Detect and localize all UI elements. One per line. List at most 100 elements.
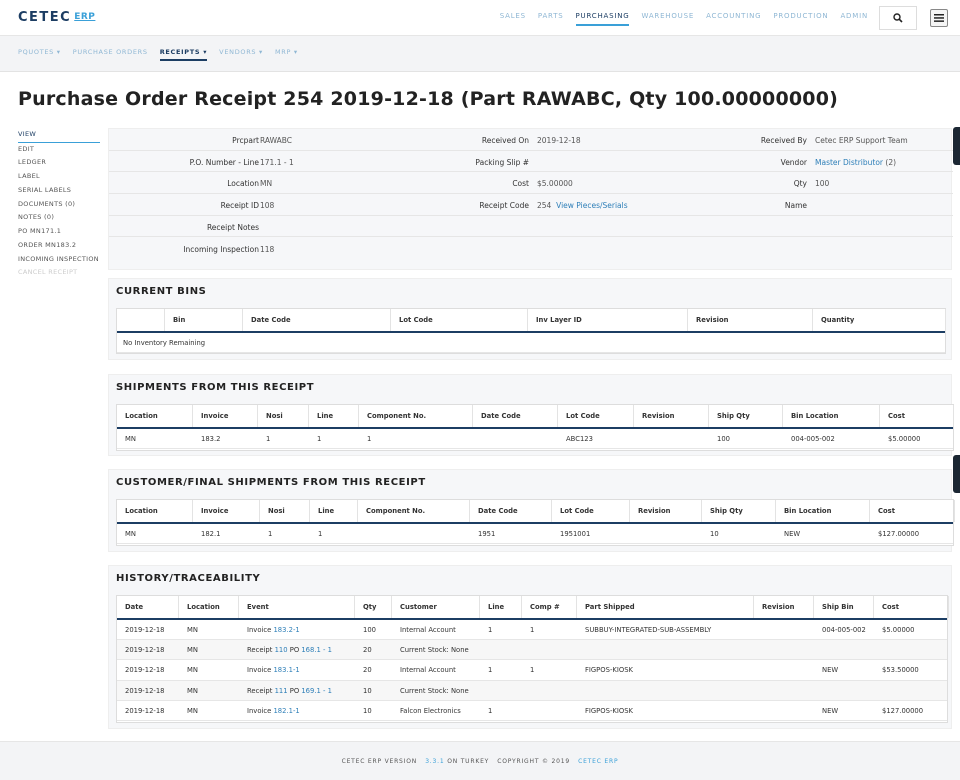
- current-bins-section: CURRENT BINS Bin Date Code Lot Code Inv Lay…: [108, 278, 952, 360]
- sidebar-item-edit[interactable]: EDIT: [18, 143, 100, 157]
- nav-item-parts[interactable]: PARTS: [538, 12, 564, 26]
- side-help-tab[interactable]: [953, 127, 960, 165]
- column-header-line[interactable]: Line: [310, 500, 358, 522]
- vendor-link[interactable]: Master Distributor: [815, 158, 883, 167]
- sidebar-item-label[interactable]: LABEL: [18, 170, 100, 184]
- subnav-item-mrp[interactable]: MRP ▾: [275, 48, 298, 61]
- table-row: 2019-12-18 MN Invoice 182.1-1 10 Falcon Elec…: [117, 700, 947, 721]
- column-header-cost[interactable]: Cost: [874, 596, 949, 618]
- cell-customer[interactable]: Internal Account: [394, 620, 456, 640]
- nav-item-purchasing[interactable]: PURCHASING: [575, 12, 630, 26]
- nav-item-production[interactable]: PRODUCTION: [773, 12, 828, 26]
- cell-invoice[interactable]: 182.1: [195, 524, 220, 544]
- nav-item-accounting[interactable]: ACCOUNTING: [706, 12, 761, 26]
- cell-location: MN: [187, 646, 198, 655]
- column-header-lot-code[interactable]: Lot Code: [391, 309, 528, 331]
- subnav-item-receipts[interactable]: RECEIPTS ▾: [159, 48, 208, 61]
- column-header-ship-qty[interactable]: Ship Qty: [709, 405, 783, 427]
- cell-date: 2019-12-18: [125, 646, 165, 655]
- column-header-date-code[interactable]: Date Code: [473, 405, 558, 427]
- receipt-id-label: Receipt ID: [220, 201, 259, 211]
- search-button[interactable]: [879, 6, 917, 30]
- column-header-lot-code[interactable]: Lot Code: [558, 405, 634, 427]
- main-nav: SALES PARTS PURCHASING WAREHOUSE ACCOUNTING P…: [500, 12, 868, 26]
- column-header-invoice[interactable]: Invoice: [193, 405, 258, 427]
- column-header-location[interactable]: Location: [117, 500, 193, 522]
- incoming-inspection-link[interactable]: 118: [260, 245, 274, 254]
- sidebar-item-documents-0[interactable]: DOCUMENTS (0): [18, 198, 100, 212]
- column-header-quantity[interactable]: Quantity: [813, 309, 946, 331]
- sidebar-item-ledger[interactable]: LEDGER: [18, 156, 100, 170]
- column-header-revision[interactable]: Revision: [754, 596, 814, 618]
- cell-part-shipped[interactable]: FIGPOS-KIOSK: [579, 701, 633, 721]
- column-header-nosi[interactable]: Nosi: [258, 405, 309, 427]
- sidebar-item-order-mn183-2[interactable]: ORDER MN183.2: [18, 239, 100, 253]
- column-header-revision[interactable]: Revision: [634, 405, 709, 427]
- column-header-ship-qty[interactable]: Ship Qty: [702, 500, 776, 522]
- column-header-bin[interactable]: Bin: [165, 309, 243, 331]
- prcpart-link[interactable]: RAWABC: [260, 136, 292, 145]
- sidebar-item-cancel-receipt[interactable]: CANCEL RECEIPT: [18, 266, 100, 280]
- column-header-line[interactable]: Line: [480, 596, 522, 618]
- view-pieces-link[interactable]: View Pieces/Serials: [556, 201, 628, 210]
- event-link[interactable]: 183.1-1: [273, 666, 299, 674]
- sidebar-item-notes-0[interactable]: NOTES (0): [18, 211, 100, 225]
- cell-line: 1: [488, 706, 493, 715]
- column-header-event[interactable]: Event: [239, 596, 355, 618]
- column-header-nosi[interactable]: Nosi: [260, 500, 310, 522]
- column-header-component-no[interactable]: Component No.: [358, 500, 470, 522]
- column-header-lot-code[interactable]: Lot Code: [552, 500, 630, 522]
- nav-item-warehouse[interactable]: WAREHOUSE: [641, 12, 694, 26]
- cell-customer[interactable]: Falcon Electronics: [394, 701, 461, 721]
- nav-item-admin[interactable]: ADMIN: [840, 12, 868, 26]
- po-link[interactable]: 171.1 - 1: [260, 158, 294, 167]
- subnav-item-pquotes[interactable]: PQUOTES ▾: [18, 48, 61, 61]
- subnav-item-vendors[interactable]: VENDORS ▾: [219, 48, 263, 61]
- column-header-comp[interactable]: Comp #: [522, 596, 577, 618]
- sidebar-item-view[interactable]: VIEW: [18, 128, 100, 143]
- sidebar-item-serial-labels[interactable]: SERIAL LABELS: [18, 184, 100, 198]
- sidebar-item-incoming-inspection[interactable]: INCOMING INSPECTION: [18, 252, 100, 266]
- cell-invoice[interactable]: 183.2: [195, 429, 220, 449]
- event-po-link[interactable]: 169.1 - 1: [301, 687, 332, 695]
- event-link[interactable]: 183.2-1: [273, 626, 299, 634]
- column-header-part-shipped[interactable]: Part Shipped: [577, 596, 754, 618]
- nav-item-sales[interactable]: SALES: [500, 12, 526, 26]
- details-row: Location MN Cost $5.00000 Qty 100: [109, 172, 953, 195]
- column-header-customer[interactable]: Customer: [392, 596, 480, 618]
- event-link[interactable]: 182.1-1: [273, 707, 299, 715]
- column-header-cost[interactable]: Cost: [880, 405, 954, 427]
- column-header-invoice[interactable]: Invoice: [193, 500, 260, 522]
- column-header-line[interactable]: Line: [309, 405, 359, 427]
- event-link[interactable]: 110: [275, 646, 288, 654]
- column-header-date-code[interactable]: Date Code: [470, 500, 552, 522]
- column-header-revision[interactable]: Revision: [688, 309, 813, 331]
- cell-part-shipped[interactable]: SUBBUY-INTEGRATED-SUB-ASSEMBLY: [579, 620, 711, 640]
- subnav-item-purchase-orders[interactable]: PURCHASE ORDERS: [73, 48, 148, 61]
- column-header-inv-layer-id[interactable]: Inv Layer ID: [528, 309, 688, 331]
- column-header-bin-location[interactable]: Bin Location: [783, 405, 880, 427]
- sidebar-item-po-mn171-1[interactable]: PO MN171.1: [18, 225, 100, 239]
- footer-version-link[interactable]: 3.3.1: [425, 758, 444, 765]
- cetec-logo[interactable]: CETEC ERP: [18, 10, 95, 25]
- column-header-location[interactable]: Location: [179, 596, 239, 618]
- column-header-date[interactable]: Date: [117, 596, 179, 618]
- column-header-ship-bin[interactable]: Ship Bin: [814, 596, 874, 618]
- cell-part-shipped[interactable]: FIGPOS-KIOSK: [579, 660, 633, 680]
- side-help-tab[interactable]: [953, 455, 960, 493]
- column-header-component-no[interactable]: Component No.: [359, 405, 473, 427]
- cell-customer[interactable]: Internal Account: [394, 660, 456, 680]
- cell-line: 1: [317, 435, 322, 443]
- column-header-bin-location[interactable]: Bin Location: [776, 500, 870, 522]
- column-header-cost[interactable]: Cost: [870, 500, 955, 522]
- cell-ship-bin: [816, 640, 822, 660]
- column-header-location[interactable]: Location: [117, 405, 193, 427]
- menu-button[interactable]: [930, 9, 948, 27]
- column-header-qty[interactable]: Qty: [355, 596, 392, 618]
- event-po-link[interactable]: 168.1 - 1: [301, 646, 332, 654]
- column-header-blank[interactable]: [117, 309, 165, 331]
- footer-brand-link[interactable]: CETEC ERP: [578, 758, 618, 765]
- event-link[interactable]: 111: [275, 687, 288, 695]
- column-header-date-code[interactable]: Date Code: [243, 309, 391, 331]
- column-header-revision[interactable]: Revision: [630, 500, 702, 522]
